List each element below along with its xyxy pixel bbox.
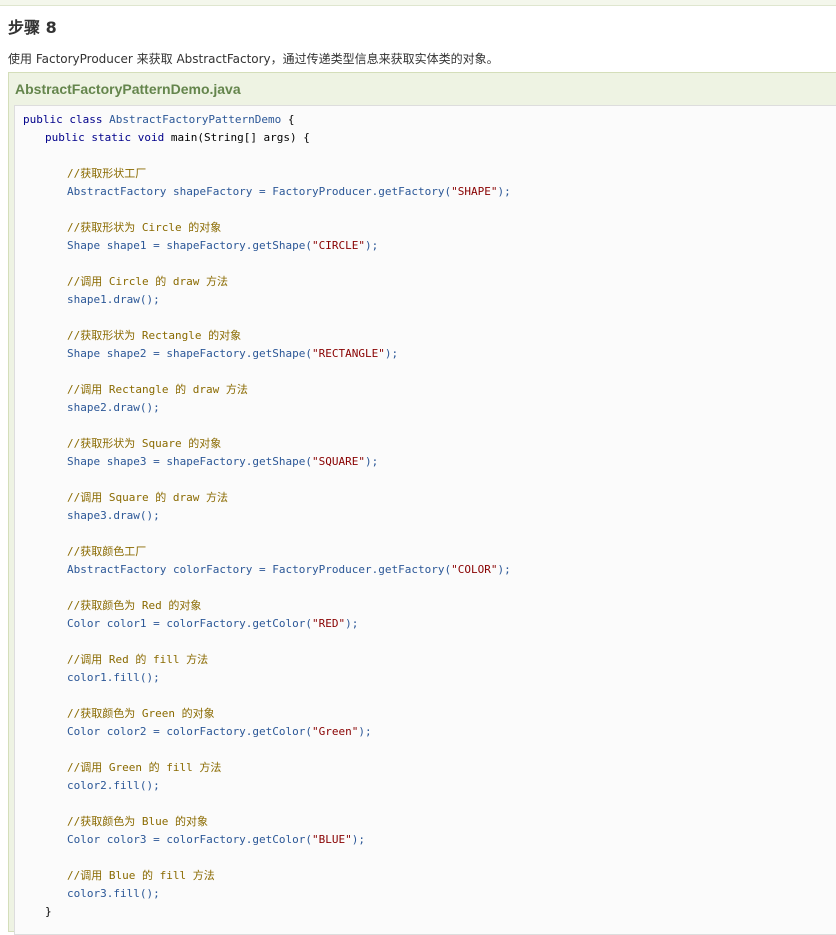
code-line: Color color1 = colorFactory.getColor("RE… — [67, 615, 358, 633]
code-line: } — [45, 903, 52, 921]
code-token: //调用 Circle 的 draw 方法 — [67, 275, 228, 288]
code-token: ); — [358, 725, 372, 738]
code-token: //获取形状为 Circle 的对象 — [67, 221, 222, 234]
code-line: AbstractFactory colorFactory = FactoryPr… — [67, 561, 511, 579]
code-token: "SHAPE" — [451, 185, 498, 198]
code-token: AbstractFactory shapeFactory = FactoryPr… — [67, 185, 452, 198]
code-line: color1.fill(); — [67, 669, 160, 687]
code-token: { — [287, 113, 295, 126]
code-token: //获取颜色为 Red 的对象 — [67, 599, 202, 612]
code-token: //获取颜色工厂 — [67, 545, 147, 558]
code-token: public static void — [45, 131, 171, 144]
code-token: Color color2 = colorFactory.getColor( — [67, 725, 313, 738]
code-line: //调用 Red 的 fill 方法 — [67, 651, 208, 669]
code-token: Color color1 = colorFactory.getColor( — [67, 617, 313, 630]
code-line: //调用 Rectangle 的 draw 方法 — [67, 381, 248, 399]
code-token: //调用 Red 的 fill 方法 — [67, 653, 209, 666]
code-token: Shape shape1 = shapeFactory.getShape( — [67, 239, 313, 252]
code-line: //获取形状为 Square 的对象 — [67, 435, 221, 453]
code-token: ); — [345, 617, 359, 630]
code-token: ); — [365, 239, 379, 252]
code-token: shape1.draw(); — [67, 293, 160, 306]
step-description: 使用 FactoryProducer 来获取 AbstractFactory，通… — [8, 52, 499, 66]
code-line: Shape shape3 = shapeFactory.getShape("SQ… — [67, 453, 378, 471]
code-line: color3.fill(); — [67, 885, 160, 903]
code-line: //获取形状为 Rectangle 的对象 — [67, 327, 241, 345]
top-divider-bar — [0, 0, 836, 6]
code-token: "RED" — [312, 617, 346, 630]
code-token: Shape shape2 = shapeFactory.getShape( — [67, 347, 313, 360]
code-token: shape2.draw(); — [67, 401, 160, 414]
code-token: } — [45, 905, 52, 918]
code-token: //获取形状工厂 — [67, 167, 147, 180]
code-line: public class AbstractFactoryPatternDemo … — [23, 111, 295, 129]
code-line: //获取形状为 Circle 的对象 — [67, 219, 221, 237]
code-line: Shape shape1 = shapeFactory.getShape("CI… — [67, 237, 378, 255]
code-line: shape3.draw(); — [67, 507, 160, 525]
code-line: //获取颜色为 Green 的对象 — [67, 705, 215, 723]
code-token: ); — [365, 455, 379, 468]
code-line: //调用 Blue 的 fill 方法 — [67, 867, 215, 885]
code-token: ); — [497, 563, 511, 576]
code-line: Color color3 = colorFactory.getColor("BL… — [67, 831, 365, 849]
code-token: color1.fill(); — [67, 671, 160, 684]
code-token: Shape shape3 = shapeFactory.getShape( — [67, 455, 313, 468]
code-token: //获取颜色为 Green 的对象 — [67, 707, 215, 720]
step-title: 步骤 8 — [8, 18, 57, 37]
code-token: "SQUARE" — [312, 455, 366, 468]
code-block[interactable]: public class AbstractFactoryPatternDemo … — [14, 105, 836, 935]
code-line: //调用 Square 的 draw 方法 — [67, 489, 228, 507]
code-token: color3.fill(); — [67, 887, 160, 900]
code-token: "Green" — [312, 725, 359, 738]
code-token: "CIRCLE" — [312, 239, 366, 252]
code-line: //调用 Circle 的 draw 方法 — [67, 273, 228, 291]
code-token: //调用 Rectangle 的 draw 方法 — [67, 383, 248, 396]
code-token: //获取形状为 Square 的对象 — [67, 437, 222, 450]
code-token: AbstractFactoryPatternDemo — [109, 113, 288, 126]
code-token: //调用 Blue 的 fill 方法 — [67, 869, 215, 882]
code-line: AbstractFactory shapeFactory = FactoryPr… — [67, 183, 511, 201]
code-line: //获取颜色为 Blue 的对象 — [67, 813, 208, 831]
code-token: //获取颜色为 Blue 的对象 — [67, 815, 208, 828]
code-line: //调用 Green 的 fill 方法 — [67, 759, 221, 777]
code-example-panel: AbstractFactoryPatternDemo.java public c… — [8, 72, 836, 935]
code-token: Color color3 = colorFactory.getColor( — [67, 833, 313, 846]
code-line: Shape shape2 = shapeFactory.getShape("RE… — [67, 345, 398, 363]
code-token: ); — [384, 347, 399, 360]
code-filename-title: AbstractFactoryPatternDemo.java — [15, 81, 241, 97]
code-token: //获取形状为 Rectangle 的对象 — [67, 329, 242, 342]
code-token: //调用 Square 的 draw 方法 — [67, 491, 228, 504]
code-line: public static void main(String[] args) { — [45, 129, 310, 147]
code-token: public class — [23, 113, 110, 126]
code-line: //获取形状工厂 — [67, 165, 146, 183]
code-token: AbstractFactory colorFactory = FactoryPr… — [67, 563, 452, 576]
code-token: ); — [351, 833, 366, 846]
code-token: ); — [497, 185, 511, 198]
code-line: shape1.draw(); — [67, 291, 160, 309]
code-line: color2.fill(); — [67, 777, 160, 795]
code-token: color2.fill(); — [67, 779, 160, 792]
code-token: main(String[] args) { — [170, 131, 310, 144]
code-token: //调用 Green 的 fill 方法 — [67, 761, 222, 774]
code-line: //获取颜色为 Red 的对象 — [67, 597, 201, 615]
code-token: shape3.draw(); — [67, 509, 160, 522]
code-token: "COLOR" — [451, 563, 498, 576]
code-line: shape2.draw(); — [67, 399, 160, 417]
code-token: "RECTANGLE" — [312, 347, 385, 360]
code-token: "BLUE" — [312, 833, 352, 846]
code-line: Color color2 = colorFactory.getColor("Gr… — [67, 723, 372, 741]
code-line: //获取颜色工厂 — [67, 543, 146, 561]
